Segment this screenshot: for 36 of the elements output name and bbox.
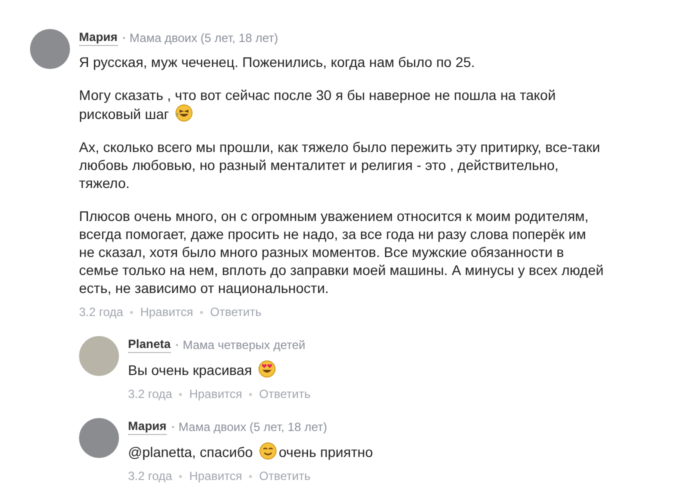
dot-separator-icon [179,474,182,478]
dot-separator-icon [130,310,134,314]
avatar-photo-placeholder [30,29,70,69]
avatar-photo-placeholder [79,418,119,458]
like-link[interactable]: Нравится [140,304,194,320]
timestamp: 3.2 года [128,386,172,402]
comment-text: Ах, сколько всего мы прошли, как тяжело было пережить эту притирку, все-таки любовь любовью, но разный менталитет и религия - это , действительно, тяжело. [79,138,602,192]
timestamp: 3.2 года [128,468,172,484]
dot-separator-icon [176,344,178,346]
dot-separator-icon [249,392,252,396]
comment-text: Могу сказать , что вот сейчас после 30 я бы наверное не пошла на такой рисковый шаг [79,86,557,123]
dot-separator-icon [122,36,125,38]
author-status: Мама четверых детей [182,336,306,352]
dot-separator-icon [200,310,204,314]
author-link[interactable]: Мария [79,29,118,46]
dot-separator-icon [179,392,182,396]
smiling-face-icon [258,442,277,460]
timestamp: 3.2 года [79,304,124,320]
avatar-photo-placeholder [79,336,119,376]
dot-separator-icon [172,426,174,428]
author-status: Мама двоих (5 лет, 18 лет) [178,418,328,434]
author-status: Мама двоих (5 лет, 18 лет) [130,30,278,46]
reply-link[interactable]: Ответить [210,304,262,320]
comment-text: @planetta, спасибо очень приятно [128,442,373,461]
like-link[interactable]: Нравится [189,386,242,402]
dot-separator-icon [249,474,252,478]
author-link[interactable]: Мария [128,418,167,435]
reply-link[interactable]: Ответить [259,468,310,484]
reply-link[interactable]: Ответить [259,386,310,402]
heart-eyes-face-icon [258,360,276,378]
comment-text: Я русская, муж чеченец. Поженились, когда нам было по 25. [79,53,476,71]
laughing-face-icon [174,104,193,122]
comment-text: Вы очень красивая [128,360,310,379]
comment-text: Плюсов очень много, он с огромным уважением относится к моим родителям, всегда помогает, даже просить не надо, за все года ни разу слова поперёк им не сказал, хотя было много разных моментов. Все мужские обязанности в семье только на нем, вплоть до заправки моей машины. А минусы у всех людей есть, не зависимо от национальности. [79,207,605,297]
like-link[interactable]: Нравится [189,468,242,484]
author-link[interactable]: Planeta [128,336,171,353]
